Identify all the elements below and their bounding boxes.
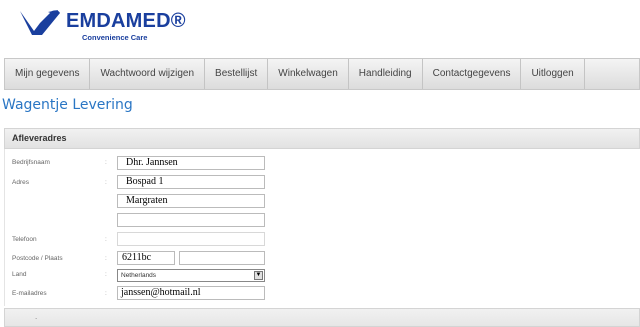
adres-label: Adres [12, 179, 29, 186]
header: EMDAMED® Convenience Care [0, 0, 640, 50]
nav-item-handleiding[interactable]: Handleiding [349, 59, 423, 89]
nav-item-wachtwoord-wijzigen[interactable]: Wachtwoord wijzigen [90, 59, 206, 89]
section-title: Afleveradres [12, 133, 67, 143]
adres-line3-field[interactable] [117, 213, 265, 227]
nav-item-mijn-gegevens[interactable]: Mijn gegevens [5, 59, 91, 89]
bottom-bar-text: . [35, 312, 38, 321]
delivery-address-form: Bedrijfsnaam : Dhr. Jannsen Adres : Bosp… [4, 149, 640, 306]
colon: : [105, 255, 107, 262]
colon: : [105, 290, 107, 297]
colon: : [105, 236, 107, 243]
land-selected-value: Netherlands [121, 272, 157, 279]
adres-line1-field[interactable]: Bospad 1 [117, 175, 265, 189]
next-section-header: . [4, 308, 640, 327]
bedrijfsnaam-label: Bedrijfsnaam [12, 159, 50, 166]
nav-item-bestellijst[interactable]: Bestellijst [205, 59, 269, 89]
telefoon-label: Telefoon [12, 236, 37, 243]
postcode-field[interactable]: 6211bc [117, 251, 175, 265]
nav-item-winkelwagen[interactable]: Winkelwagen [268, 59, 349, 89]
telefoon-field[interactable] [117, 232, 265, 246]
bird-logo-icon [20, 10, 60, 36]
emdamed-logo[interactable]: EMDAMED® Convenience Care [18, 8, 188, 48]
email-field[interactable]: janssen@hotmail.nl [117, 286, 265, 300]
colon: : [105, 179, 107, 186]
adres-line2-field[interactable]: Margraten [117, 194, 265, 208]
postcode-plaats-label: Postcode / Plaats [12, 255, 63, 262]
land-label: Land [12, 271, 27, 278]
colon: : [105, 159, 107, 166]
colon: : [105, 271, 107, 278]
page-title: Wagentje Levering [2, 97, 133, 113]
main-nav: Mijn gegevens Wachtwoord wijzigen Bestel… [4, 58, 640, 90]
brand-name: EMDAMED® [66, 10, 186, 32]
nav-item-uitloggen[interactable]: Uitloggen [521, 59, 585, 89]
dropdown-arrow-icon[interactable]: ▼ [254, 271, 263, 280]
section-header-afleveradres: Afleveradres [4, 128, 640, 149]
plaats-field[interactable] [179, 251, 265, 265]
bedrijfsnaam-field[interactable]: Dhr. Jannsen [117, 156, 265, 170]
nav-item-contactgegevens[interactable]: Contactgegevens [423, 59, 522, 89]
brand-tagline: Convenience Care [82, 33, 148, 42]
land-select[interactable]: Netherlands ▼ [117, 269, 265, 282]
email-label: E-mailadres [12, 290, 47, 297]
